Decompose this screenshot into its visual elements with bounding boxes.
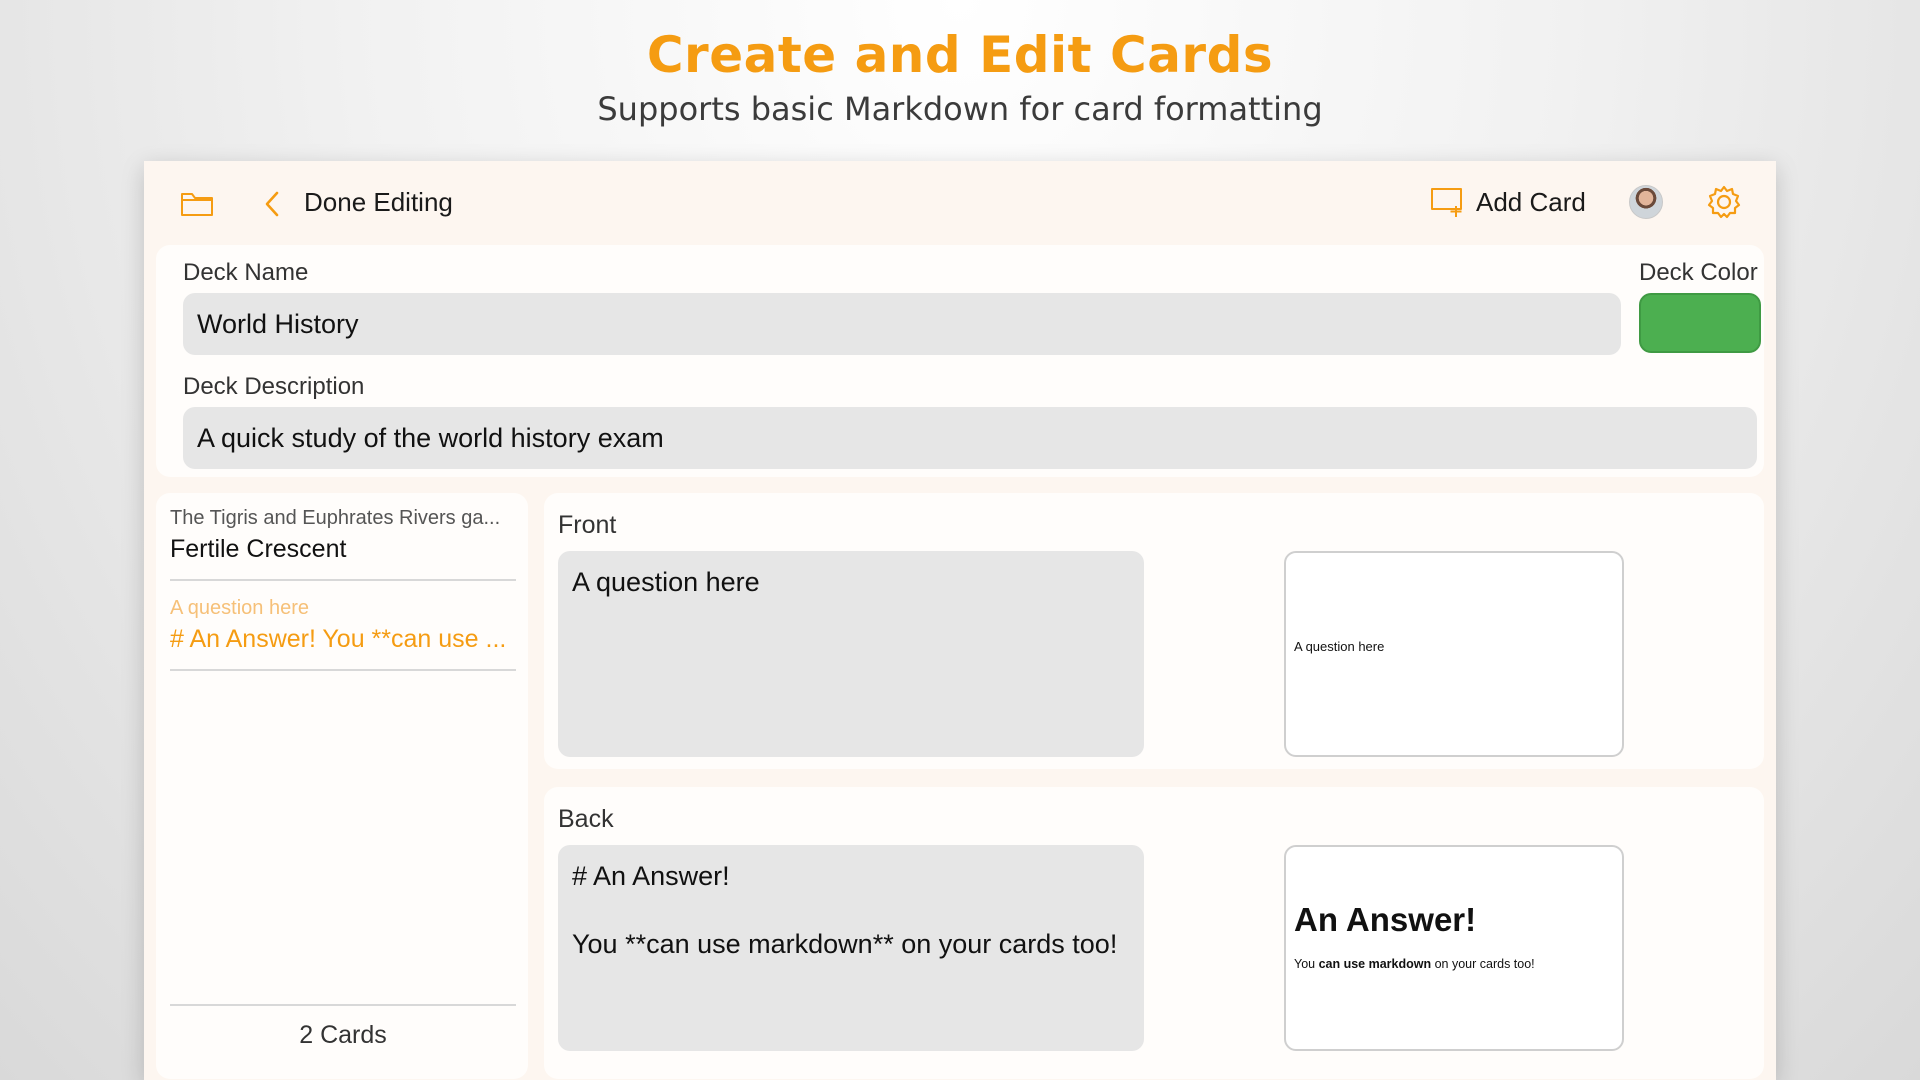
card-item-back: # An Answer! You **can use ... <box>170 625 507 653</box>
back-textarea[interactable]: # An Answer! You **can use markdown** on… <box>558 845 1144 1051</box>
deck-color-swatch[interactable] <box>1639 293 1761 353</box>
deck-name-input[interactable] <box>183 293 1621 355</box>
avatar[interactable] <box>1629 185 1663 219</box>
deck-description-label: Deck Description <box>183 373 365 400</box>
front-preview-card: A question here <box>1284 551 1624 757</box>
back-preview-heading: An Answer! <box>1294 901 1477 938</box>
chevron-left-icon[interactable] <box>262 190 282 218</box>
front-label: Front <box>558 511 617 539</box>
promo-subtitle: Supports basic Markdown for card formatt… <box>597 90 1323 128</box>
card-item-back: Fertile Crescent <box>170 535 347 563</box>
gear-icon[interactable] <box>1706 184 1742 220</box>
promo-title: Create and Edit Cards <box>646 26 1274 84</box>
add-card-icon <box>1431 188 1462 217</box>
deck-color-label: Deck Color <box>1639 259 1758 286</box>
back-preview-text: on your cards too! <box>1431 957 1535 971</box>
deck-name-label: Deck Name <box>183 259 309 286</box>
front-editor-panel: Front A question here A question here <box>544 493 1764 769</box>
card-list-panel: The Tigris and Euphrates Rivers ga... Fe… <box>156 493 528 1079</box>
deck-settings-panel: Deck Name Deck Color Deck Description <box>156 245 1764 477</box>
add-card-label: Add Card <box>1476 186 1586 217</box>
card-count: 2 Cards <box>299 1021 387 1049</box>
back-preview-text: You <box>1294 957 1319 971</box>
card-item-front: A question here <box>170 597 309 619</box>
front-textarea[interactable]: A question here <box>558 551 1144 757</box>
folder-icon[interactable] <box>180 189 214 217</box>
back-editor-panel: Back # An Answer! You **can use markdown… <box>544 787 1764 1079</box>
add-card-button[interactable]: Add Card <box>1430 185 1586 219</box>
back-preview-card: An Answer! You can use markdown on your … <box>1284 845 1624 1051</box>
card-count-divider <box>170 1004 516 1006</box>
card-list-item-selected[interactable]: A question here # An Answer! You **can u… <box>170 583 516 671</box>
deck-description-input[interactable] <box>183 407 1757 469</box>
card-list-item[interactable]: The Tigris and Euphrates Rivers ga... Fe… <box>170 493 516 581</box>
front-preview-text: A question here <box>1294 639 1385 654</box>
toolbar: Done Editing Add Card <box>144 161 1776 241</box>
back-label: Back <box>558 805 614 833</box>
back-preview-body: You can use markdown on your cards too! <box>1294 957 1535 971</box>
back-preview-bold-text: can use markdown <box>1318 957 1432 971</box>
card-item-front: The Tigris and Euphrates Rivers ga... <box>170 507 501 529</box>
done-editing-button[interactable]: Done Editing <box>304 187 453 218</box>
app-window: Done Editing Add Card Deck Name Deck Col… <box>144 161 1776 1080</box>
